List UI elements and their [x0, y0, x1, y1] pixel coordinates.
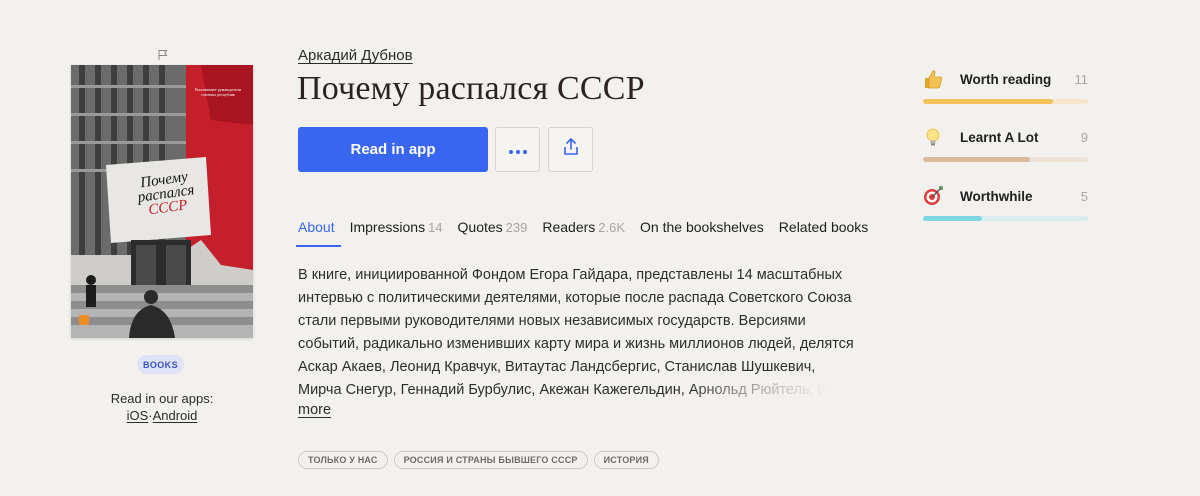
book-description: В книге, инициированной Фондом Егора Гай…	[298, 264, 898, 402]
reaction-label: Worth reading	[960, 72, 1052, 87]
reaction-count: 5	[1080, 189, 1088, 204]
tab-label: Impressions	[349, 219, 426, 235]
tab-count: 14	[428, 220, 443, 235]
reaction-bar-fill	[923, 99, 1054, 104]
read-in-app-button[interactable]: Read in app	[298, 127, 488, 172]
apps-label: Read in our apps:	[110, 391, 214, 406]
tab-label: About	[298, 219, 335, 235]
apps-links: iOS·Android	[62, 408, 262, 423]
book-cover[interactable]: Вспоминают руководители союзных республи…	[71, 65, 253, 338]
tab-label: On the bookshelves	[640, 219, 764, 235]
tag-chip[interactable]: РОССИЯ И СТРАНЫ БЫВШЕГО СССР	[393, 451, 588, 469]
tag-chip[interactable]: ИСТОРИЯ	[593, 451, 659, 469]
reaction-bar	[923, 216, 1088, 221]
ellipsis-icon	[508, 141, 527, 159]
tab-count: 239	[505, 220, 528, 235]
tab-label: Readers	[542, 219, 596, 235]
ios-link[interactable]: iOS	[127, 408, 149, 423]
description-line: В книге, инициированной Фондом Егора Гай…	[298, 267, 843, 283]
reaction-bar-fill	[923, 216, 983, 221]
reaction-bar	[923, 99, 1088, 104]
author-link[interactable]: Аркадий Дубнов	[298, 47, 413, 64]
reaction-label: Learnt A Lot	[960, 130, 1039, 145]
reaction-bar-fill	[923, 157, 1031, 162]
tab-bookshelves[interactable]: On the bookshelves	[640, 219, 764, 247]
flag-icon[interactable]	[157, 48, 169, 60]
thumbs-up-icon	[922, 68, 944, 90]
reaction-label: Worthwhile	[960, 189, 1033, 204]
book-tabs: About Impressions 14 Quotes 239 Readers 2.6…	[296, 219, 883, 247]
tab-label: Related books	[778, 219, 869, 235]
more-link[interactable]: more	[298, 402, 331, 418]
more-options-button[interactable]	[495, 127, 540, 172]
tag-chip[interactable]: ТОЛЬКО У НАС	[298, 451, 388, 469]
target-icon	[922, 185, 944, 207]
description-text: Мирча Снегур, Геннадий Бурбулис, Акежан …	[298, 382, 689, 398]
cover-blurb: Вспоминают руководители союзных республи…	[194, 87, 242, 97]
tab-impressions[interactable]: Impressions 14	[350, 219, 443, 247]
tag-list: ТОЛЬКО У НАС РОССИЯ И СТРАНЫ БЫВШЕГО ССС…	[298, 451, 659, 469]
tab-about[interactable]: About	[296, 219, 341, 247]
tab-readers[interactable]: Readers 2.6K	[542, 219, 625, 247]
tab-quotes[interactable]: Quotes 239	[458, 219, 528, 247]
tab-related-books[interactable]: Related books	[779, 219, 869, 247]
category-badge[interactable]: BOOKS	[137, 355, 184, 374]
book-title: Почему распался СССР	[297, 70, 645, 107]
share-button[interactable]	[548, 127, 593, 172]
description-line: стали первыми руководителями новых незав…	[298, 313, 806, 329]
description-line: событий, радикально изменивших карту мир…	[298, 336, 854, 352]
lightbulb-icon	[922, 126, 944, 148]
reaction-count: 11	[1074, 72, 1089, 87]
tab-count: 2.6K	[598, 220, 626, 235]
description-line: Аскар Акаев, Леонид Кравчук, Витаутас Ла…	[298, 359, 816, 375]
share-icon	[563, 138, 579, 161]
description-line: Мирча Снегур, Геннадий Бурбулис, Акежан …	[298, 379, 898, 402]
description-line: интервью с политическими деятелями, кото…	[298, 290, 852, 306]
description-faded-text: Арнольд Рюйтель, И	[688, 382, 829, 398]
reaction-bar	[923, 157, 1088, 162]
android-link[interactable]: Android	[153, 408, 198, 423]
reaction-count: 9	[1080, 130, 1088, 145]
tab-label: Quotes	[457, 219, 503, 235]
